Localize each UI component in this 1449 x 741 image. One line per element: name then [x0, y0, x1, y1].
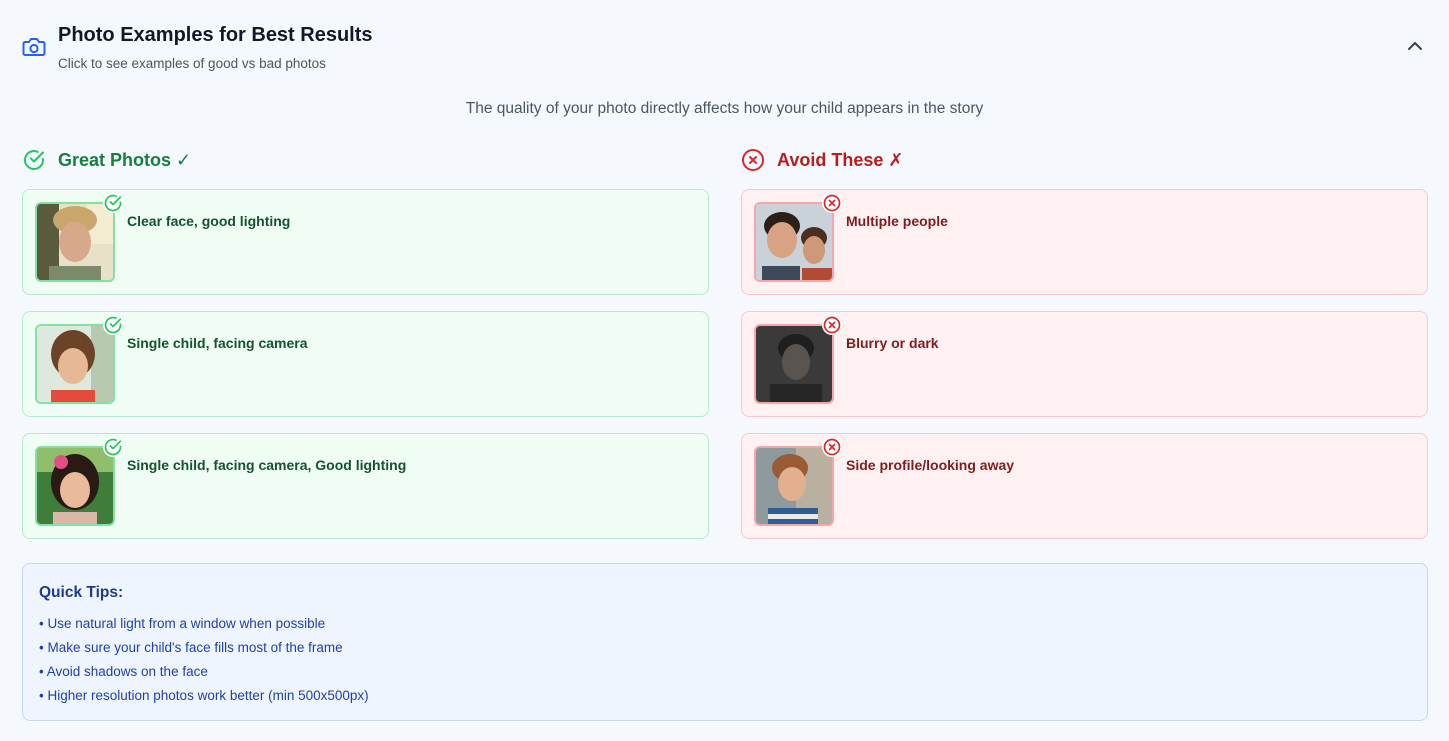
example-photo [35, 324, 115, 404]
x-circle-icon [822, 315, 842, 335]
bad-example-card: Multiple people [741, 189, 1428, 295]
great-photos-heading: Great Photos ✓ [22, 146, 191, 174]
panel-header[interactable]: Photo Examples for Best Results Click to… [22, 22, 1427, 78]
good-example-card: Clear face, good lighting [22, 189, 709, 295]
bad-example-card: Blurry or dark [741, 311, 1428, 417]
tip-item: • Use natural light from a window when p… [39, 616, 326, 631]
example-label: Clear face, good lighting [127, 213, 291, 229]
great-photos-label: Great Photos ✓ [58, 149, 192, 170]
quick-tips-title: Quick Tips: [39, 584, 124, 601]
example-photo [754, 446, 834, 526]
check-circle-icon [24, 150, 44, 170]
x-circle-icon [822, 193, 842, 213]
example-label: Side profile/looking away [846, 457, 1015, 473]
example-label: Blurry or dark [846, 335, 939, 351]
good-example-card: Single child, facing camera [22, 311, 709, 417]
quick-tips-box: Quick Tips: • Use natural light from a w… [22, 563, 1428, 721]
tip-item: • Avoid shadows on the face [39, 664, 208, 679]
example-label: Multiple people [846, 213, 948, 229]
check-circle-icon [103, 193, 123, 213]
example-label: Single child, facing camera, Good lighti… [127, 457, 407, 473]
check-circle-icon [103, 315, 123, 335]
camera-icon [22, 38, 46, 56]
avoid-these-label: Avoid These ✗ [777, 149, 904, 170]
chevron-up-icon[interactable] [1403, 34, 1427, 58]
example-photo [754, 324, 834, 404]
example-photo [35, 446, 115, 526]
x-circle-icon [742, 149, 764, 171]
tip-item: • Higher resolution photos work better (… [39, 688, 369, 703]
page-subtitle: Click to see examples of good vs bad pho… [58, 56, 326, 71]
example-photo [754, 202, 834, 282]
x-circle-icon [822, 437, 842, 457]
page-title: Photo Examples for Best Results [58, 24, 373, 46]
example-label: Single child, facing camera [127, 335, 308, 351]
photo-examples-panel: Photo Examples for Best Results Click to… [0, 0, 1449, 741]
example-photo [35, 202, 115, 282]
avoid-these-heading: Avoid These ✗ [741, 146, 903, 174]
check-circle-icon [103, 437, 123, 457]
tip-item: • Make sure your child's face fills most… [39, 640, 343, 655]
intro-text: The quality of your photo directly affec… [465, 100, 984, 117]
good-example-card: Single child, facing camera, Good lighti… [22, 433, 709, 539]
bad-example-card: Side profile/looking away [741, 433, 1428, 539]
